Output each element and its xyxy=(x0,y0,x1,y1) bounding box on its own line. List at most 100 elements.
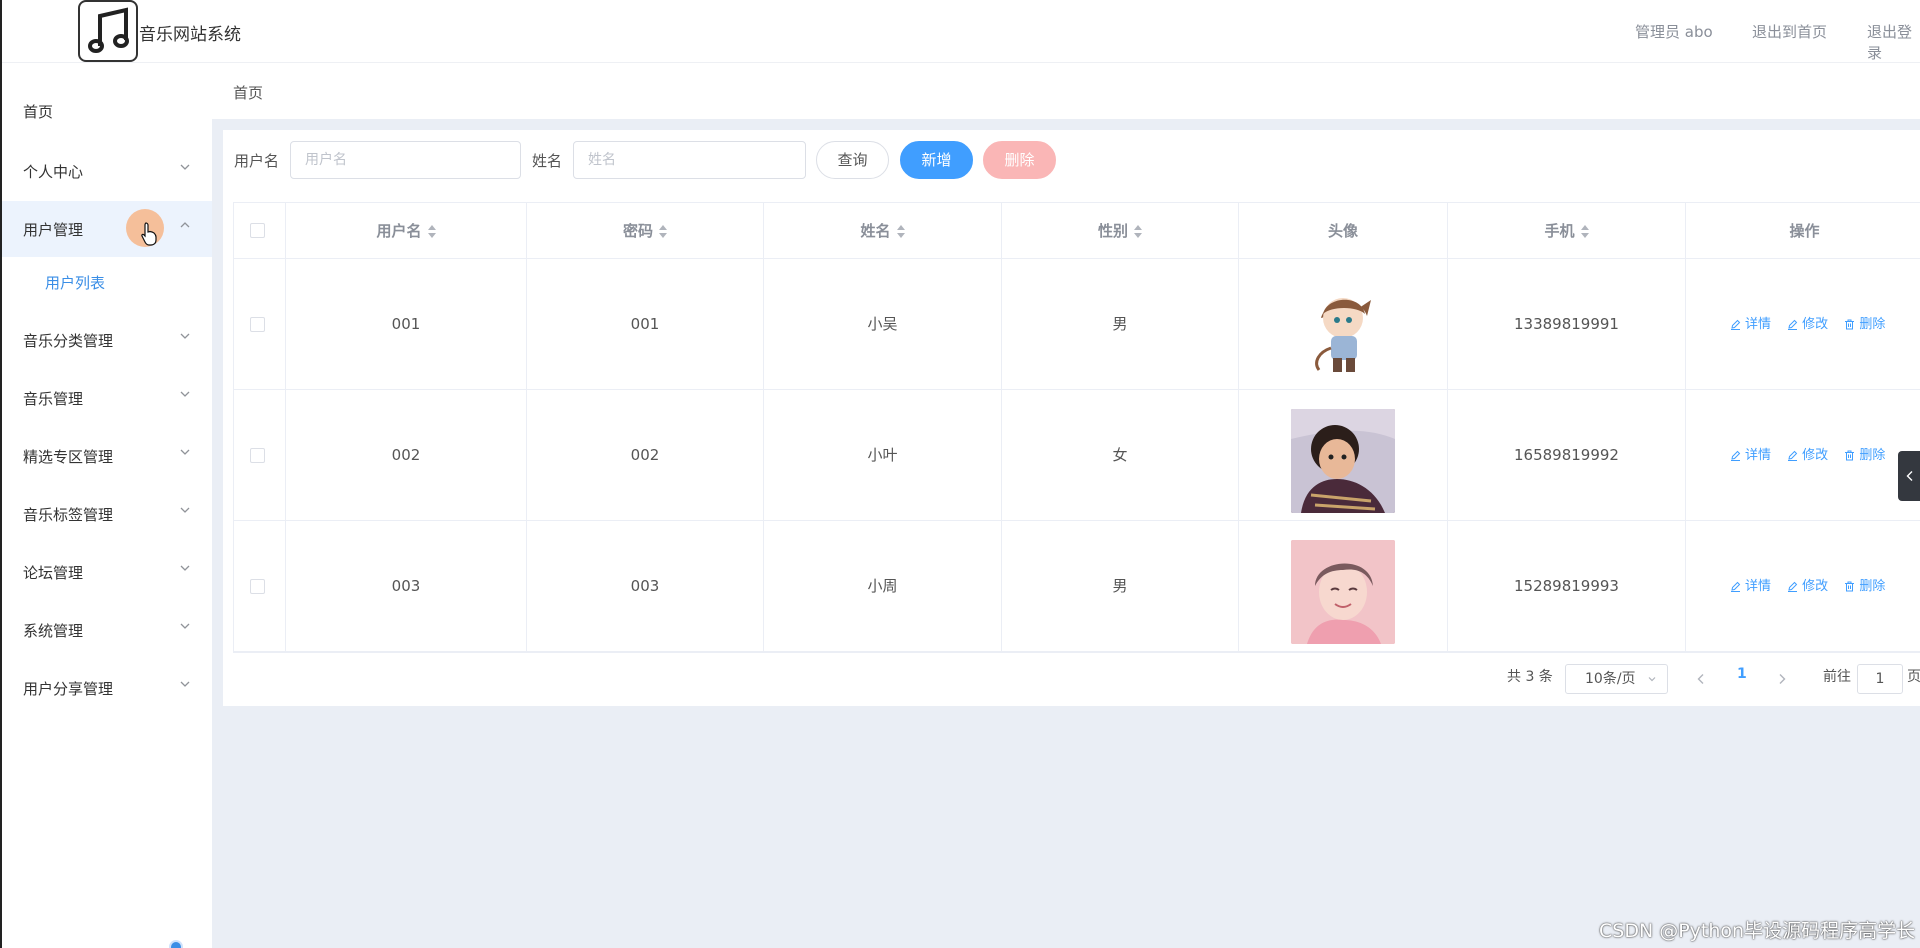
edit-button[interactable]: 修改 xyxy=(1787,390,1828,521)
sort-icon[interactable] xyxy=(1580,224,1589,239)
cell-gender: 男 xyxy=(1002,521,1239,651)
col-avatar-label: 头像 xyxy=(1327,222,1358,240)
watermark: CSDN @Python毕设源码程序高学长 xyxy=(1599,920,1916,942)
name-input[interactable] xyxy=(573,141,806,179)
col-username[interactable]: 用户名 xyxy=(286,203,527,258)
sidebar-item-label: 系统管理 xyxy=(23,622,84,640)
col-phone[interactable]: 手机 xyxy=(1448,203,1686,258)
edit-icon xyxy=(1788,581,1798,592)
row-checkbox[interactable] xyxy=(250,448,265,463)
delete-label: 删除 xyxy=(1859,317,1886,332)
edit-button[interactable]: 修改 xyxy=(1787,259,1828,390)
sidebar-item-music-tags[interactable]: 音乐标签管理 xyxy=(2,486,212,542)
sidebar-item-featured[interactable]: 精选专区管理 xyxy=(2,428,212,484)
edit-icon xyxy=(1731,450,1741,461)
chevron-down-icon xyxy=(180,507,190,513)
trash-icon xyxy=(1845,581,1855,592)
sidebar-item-user-share[interactable]: 用户分享管理 xyxy=(2,660,212,716)
detail-button[interactable]: 详情 xyxy=(1730,259,1771,390)
page-size-value: 10条/页 xyxy=(1585,671,1636,687)
name-label: 姓名 xyxy=(532,152,563,170)
chevron-down-icon xyxy=(180,565,190,571)
sidebar-item-label: 首页 xyxy=(23,103,54,121)
cell-phone: 13389819991 xyxy=(1448,259,1686,389)
cell-name: 小吴 xyxy=(764,259,1002,389)
add-button[interactable]: 新增 xyxy=(900,141,973,179)
sidebar-item-music[interactable]: 音乐管理 xyxy=(2,370,212,426)
row-delete-button[interactable]: 删除 xyxy=(1844,259,1885,390)
logout-link[interactable]: 退出登录 xyxy=(1867,21,1920,63)
row-select-cell xyxy=(234,521,286,651)
prev-page-icon[interactable] xyxy=(1696,673,1706,685)
select-all-checkbox[interactable] xyxy=(250,223,265,238)
back-home-link[interactable]: 退出到首页 xyxy=(1752,21,1827,42)
sidebar-item-forum[interactable]: 论坛管理 xyxy=(2,544,212,600)
row-select-cell xyxy=(234,259,286,389)
goto-page-input[interactable]: 1 xyxy=(1857,664,1903,694)
sort-icon[interactable] xyxy=(896,224,905,239)
chevron-down-icon xyxy=(180,449,190,455)
sidebar-item-music-category[interactable]: 音乐分类管理 xyxy=(2,312,212,368)
col-gender[interactable]: 性别 xyxy=(1002,203,1239,258)
sort-icon[interactable] xyxy=(427,224,436,239)
col-actions-label: 操作 xyxy=(1789,222,1820,240)
sidebar-item-home[interactable]: 首页 xyxy=(2,83,212,139)
cell-avatar xyxy=(1239,259,1448,389)
detail-label: 详情 xyxy=(1745,448,1772,463)
side-drawer-toggle[interactable] xyxy=(1898,451,1920,501)
sidebar-subitem-user-list[interactable]: 用户列表 xyxy=(2,258,212,308)
col-name[interactable]: 姓名 xyxy=(764,203,1002,258)
top-header: 音乐网站系统 管理员 abo 退出到首页 退出登录 xyxy=(2,0,1920,63)
query-button[interactable]: 查询 xyxy=(816,141,889,179)
col-actions: 操作 xyxy=(1686,203,1920,258)
row-delete-button[interactable]: 删除 xyxy=(1844,521,1885,652)
sidebar-item-label: 用户管理 xyxy=(23,221,84,239)
current-page[interactable]: 1 xyxy=(1737,666,1747,682)
main-panel: 用户名 姓名 查询 新增 删除 用户名 密码 姓名 性别 头像 手机 操作 xyxy=(223,130,1920,706)
username-input[interactable] xyxy=(290,141,521,179)
chevron-left-icon xyxy=(1906,471,1913,481)
cell-password: 001 xyxy=(527,259,764,389)
table-row: 003 003 小周 男 15289819993 详情 修改 删除 xyxy=(234,521,1920,652)
edit-icon xyxy=(1788,450,1798,461)
cell-password: 002 xyxy=(527,390,764,520)
col-password[interactable]: 密码 xyxy=(527,203,764,258)
avatar-image xyxy=(1291,409,1395,513)
row-actions: 详情 修改 删除 xyxy=(1730,390,1897,521)
sidebar-item-label: 音乐分类管理 xyxy=(23,332,114,350)
app-title: 音乐网站系统 xyxy=(139,25,241,45)
next-page-icon[interactable] xyxy=(1777,673,1787,685)
detail-button[interactable]: 详情 xyxy=(1730,390,1771,521)
row-actions: 详情 修改 删除 xyxy=(1730,521,1897,652)
delete-button[interactable]: 删除 xyxy=(983,141,1056,179)
trash-icon xyxy=(1845,319,1855,330)
sidebar-item-users[interactable]: 用户管理 xyxy=(2,201,212,257)
chevron-up-icon xyxy=(180,222,190,228)
cell-username: 002 xyxy=(286,390,527,520)
row-checkbox[interactable] xyxy=(250,317,265,332)
cell-gender: 女 xyxy=(1002,390,1239,520)
cell-name: 小叶 xyxy=(764,390,1002,520)
row-delete-button[interactable]: 删除 xyxy=(1844,390,1885,521)
edit-icon xyxy=(1788,319,1798,330)
page-suffix: 页 xyxy=(1907,669,1920,685)
cell-phone: 16589819992 xyxy=(1448,390,1686,520)
sidebar-item-profile[interactable]: 个人中心 xyxy=(2,143,212,199)
cell-phone: 15289819993 xyxy=(1448,521,1686,651)
detail-button[interactable]: 详情 xyxy=(1730,521,1771,652)
sidebar-item-system[interactable]: 系统管理 xyxy=(2,602,212,658)
sort-icon[interactable] xyxy=(659,224,667,239)
col-password-label: 密码 xyxy=(622,222,653,240)
edit-button[interactable]: 修改 xyxy=(1787,521,1828,652)
scroll-indicator[interactable] xyxy=(169,940,183,948)
breadcrumb[interactable]: 首页 xyxy=(233,82,263,103)
header-select-cell xyxy=(234,203,286,258)
app-window: 音乐网站系统 管理员 abo 退出到首页 退出登录 首页 个人中心 用户管理 用… xyxy=(0,0,1920,948)
sort-icon[interactable] xyxy=(1134,224,1142,239)
sidebar-item-label: 音乐管理 xyxy=(23,390,84,408)
user-table: 用户名 密码 姓名 性别 头像 手机 操作 001 001 小吴 男 13389… xyxy=(233,202,1920,653)
cell-avatar xyxy=(1239,521,1448,651)
row-checkbox[interactable] xyxy=(250,579,265,594)
total-count: 共 3 条 xyxy=(1507,669,1553,685)
page-size-select[interactable]: 10条/页 xyxy=(1565,664,1668,694)
